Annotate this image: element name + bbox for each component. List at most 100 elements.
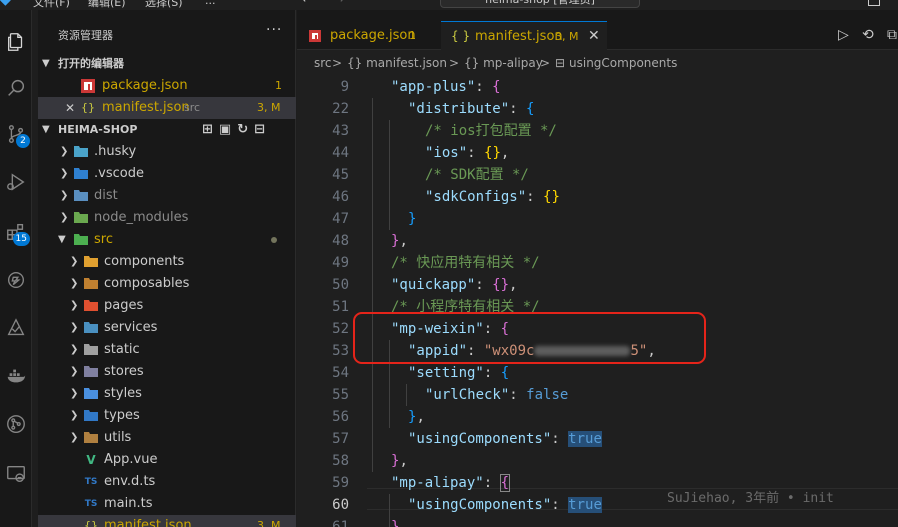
remote-icon[interactable]	[2, 266, 30, 294]
code-token: :	[551, 497, 569, 513]
menu-file[interactable]: 文件(F)	[33, 0, 70, 10]
code-token: "setting"	[408, 365, 484, 381]
refresh-icon[interactable]: ↻	[237, 122, 254, 137]
tree-item-composables[interactable]: ❯ composables	[38, 273, 296, 295]
code-token: :	[475, 277, 493, 293]
tree-item-label: src	[94, 232, 113, 247]
close-icon[interactable]: ✕	[588, 22, 600, 51]
close-icon[interactable]: ✕	[65, 97, 75, 119]
code-token: /* 快应用特有相关 */	[391, 255, 540, 271]
source-control-icon[interactable]: 2	[2, 120, 30, 148]
new-file-icon[interactable]: ⊞	[202, 122, 219, 137]
breadcrumb-src[interactable]: src	[314, 50, 332, 76]
testing-icon[interactable]	[2, 314, 30, 342]
open-editor-item[interactable]: package.json 1	[38, 75, 296, 97]
tab-manifest-json[interactable]: { } manifest.json 3, M ✕	[441, 21, 607, 50]
tree-item-pages[interactable]: ❯ pages	[38, 295, 296, 317]
code-token: }	[408, 211, 417, 227]
code-line: /* ios打包配置 */	[425, 120, 557, 142]
line-number: 59	[332, 475, 349, 491]
code-token: {	[499, 474, 511, 492]
menu-more[interactable]: ...	[205, 0, 216, 7]
new-folder-icon[interactable]: ▣	[219, 122, 237, 137]
tree-item-app-vue[interactable]: V App.vue	[38, 449, 296, 471]
git-blame-annotation: SuJiehao, 3年前 • init	[667, 491, 834, 506]
tree-item--husky[interactable]: ❯ .husky	[38, 141, 296, 163]
breadcrumb-separator: >	[332, 56, 343, 70]
tree-item-main-ts[interactable]: TS main.ts	[38, 493, 296, 515]
code-token: "usingComponents"	[408, 431, 552, 447]
title-bar: ◆ 文件(F) 编辑(E) 选择(S) ... ← → heima-shop […	[0, 0, 898, 10]
vue-file-icon: V	[86, 453, 96, 467]
open-editor-name: manifest.json	[102, 100, 190, 115]
run-debug-icon[interactable]	[2, 168, 30, 196]
code-token: :	[509, 101, 527, 117]
tree-item-static[interactable]: ❯ static	[38, 339, 296, 361]
chevron-right-icon: ❯	[70, 344, 79, 355]
src-folder-icon	[74, 233, 88, 247]
tree-item-stores[interactable]: ❯ stores	[38, 361, 296, 383]
chevron-right-icon: ❯	[70, 278, 79, 289]
chevron-right-icon: ❯	[70, 256, 79, 267]
timeline-icon[interactable]: ⟲	[862, 27, 874, 43]
code-token: "usingComponents"	[408, 497, 552, 513]
project-header[interactable]: ▼ HEIMA-SHOP ⊞▣↻⊟	[38, 119, 296, 141]
tree-item-styles[interactable]: ❯ styles	[38, 383, 296, 405]
code-editor[interactable]: 9 "app-plus": {22 "distribute": {43/* ios打…	[297, 76, 898, 527]
tree-item-label: App.vue	[104, 452, 158, 467]
line-number: 44	[332, 145, 349, 161]
remote-explorer-icon[interactable]	[2, 460, 30, 488]
docker-icon[interactable]	[2, 362, 30, 390]
tab-package-json[interactable]: package.json 1	[297, 21, 437, 50]
menu-selection[interactable]: 选择(S)	[145, 0, 183, 10]
tree-item-label: stores	[104, 364, 144, 379]
forward-arrow-icon[interactable]: →	[334, 0, 344, 6]
tree-item-services[interactable]: ❯ services	[38, 317, 296, 339]
extensions-icon[interactable]: 15	[2, 218, 30, 246]
code-line: "ios": {},	[425, 142, 509, 164]
chevron-right-icon: ❯	[70, 366, 79, 377]
collapse-all-icon[interactable]: ⊟	[254, 122, 271, 137]
tree-item--vscode[interactable]: ❯ .vscode	[38, 163, 296, 185]
husky-folder-icon	[74, 145, 88, 159]
git-graph-icon[interactable]	[2, 410, 30, 438]
tree-item-dist[interactable]: ❯ dist	[38, 185, 296, 207]
chevron-right-icon: ❯	[60, 146, 69, 157]
breadcrumb-usingcomponents[interactable]: usingComponents	[569, 50, 677, 76]
open-editor-badge: 3, M	[257, 101, 281, 114]
tab-problem-count: 1	[409, 29, 416, 42]
line-number: 60	[332, 497, 349, 513]
breadcrumb-file[interactable]: {} manifest.json	[347, 50, 447, 76]
open-editor-name: package.json	[102, 78, 188, 93]
command-center[interactable]: heima-shop [管理员]	[440, 0, 640, 8]
layout-toggle-icon[interactable]	[868, 0, 880, 6]
search-icon[interactable]	[2, 74, 30, 102]
tree-item-env-d-ts[interactable]: TS env.d.ts	[38, 471, 296, 493]
code-line: "usingComponents": true	[408, 428, 602, 450]
compare-icon[interactable]: ⧉	[887, 27, 897, 43]
line-number: 52	[332, 321, 349, 337]
menu-edit[interactable]: 编辑(E)	[88, 0, 126, 10]
code-line: "app-plus": {	[391, 76, 501, 98]
open-editors-header[interactable]: ▼ 打开的编辑器	[38, 53, 296, 75]
open-editor-badge: 1	[275, 79, 282, 92]
back-arrow-icon[interactable]: ←	[302, 0, 312, 6]
open-editor-item[interactable]: ✕ {} manifest.json src 3, M	[38, 97, 296, 119]
code-token: "mp-alipay"	[391, 475, 484, 491]
breadcrumb-mp-alipay[interactable]: {} mp-alipay	[464, 50, 543, 76]
tree-item-utils[interactable]: ❯ utils	[38, 427, 296, 449]
more-actions-button[interactable]: ···	[266, 22, 282, 38]
tab-problem-count: 3, M	[555, 30, 579, 43]
json-icon: {}	[81, 101, 95, 114]
tree-item-types[interactable]: ❯ types	[38, 405, 296, 427]
tree-item-src[interactable]: ▼ src	[38, 229, 296, 251]
explorer-icon[interactable]	[2, 28, 30, 56]
tree-item-node-modules[interactable]: ❯ node_modules	[38, 207, 296, 229]
tree-item-manifest-json[interactable]: {} manifest.json 3, M	[38, 515, 296, 527]
code-token: {	[526, 101, 535, 117]
tree-item-components[interactable]: ❯ components	[38, 251, 296, 273]
run-icon[interactable]: ▷	[838, 27, 849, 43]
tree-item-label: .vscode	[94, 166, 144, 181]
types-folder-icon	[84, 409, 98, 423]
pages-folder-icon	[84, 299, 98, 313]
